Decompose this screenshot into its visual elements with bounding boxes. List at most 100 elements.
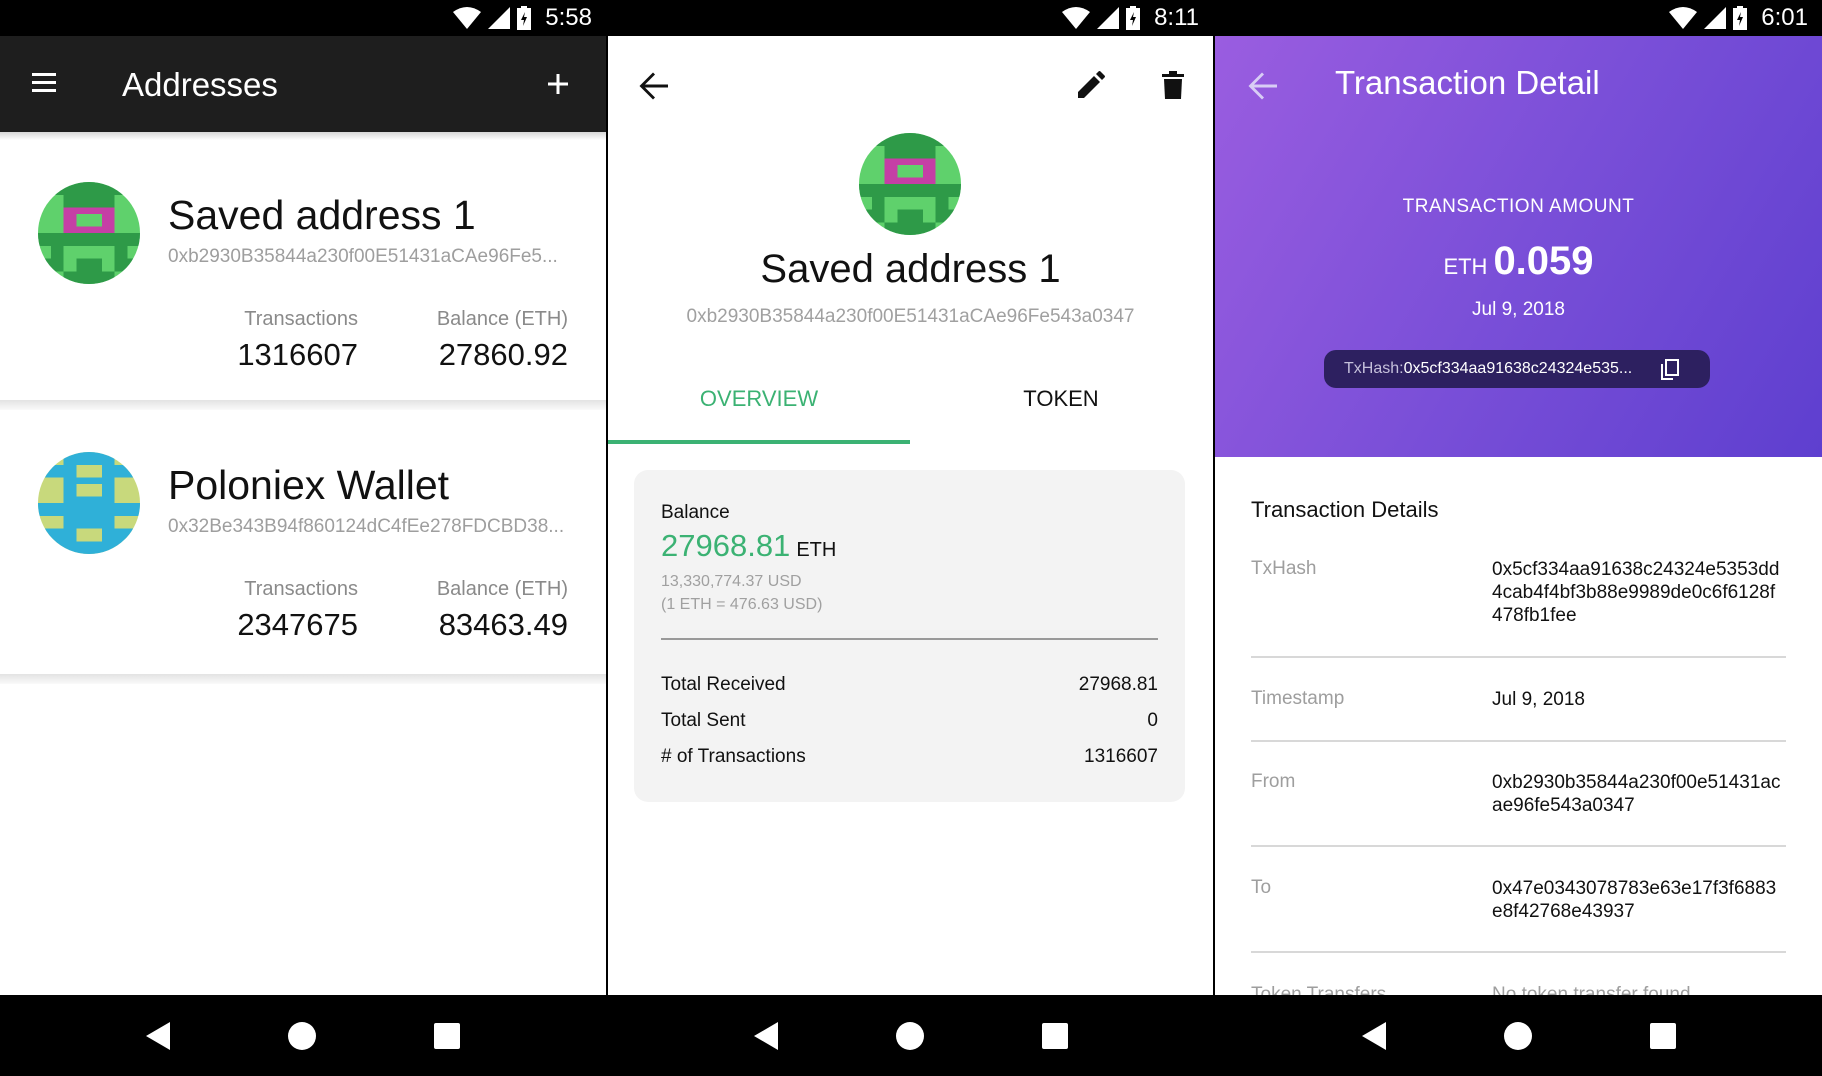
address-hash: 0xb2930B35844a230f00E51431aCAe96Fe543a03… xyxy=(686,306,1135,327)
balance-usd: 13,330,774.37 USD (1 ETH = 476.63 USD) xyxy=(661,570,822,616)
wifi-icon xyxy=(453,7,482,29)
status-bar: 6:01 xyxy=(1215,0,1822,36)
balance-amount: 27968.81 ETH xyxy=(661,528,836,564)
trash-icon[interactable] xyxy=(1160,70,1186,100)
row-label: Total Sent xyxy=(661,710,746,731)
row-label: Timestamp xyxy=(1251,688,1345,709)
status-time: 6:01 xyxy=(1761,4,1808,31)
address-name: Saved address 1 xyxy=(168,192,476,238)
addresses-screen: 5:58 Addresses Saved address 1 0xb2930B3… xyxy=(0,0,606,1076)
row-value[interactable]: 0xb2930b35844a230f00e51431acae96fe543a03… xyxy=(1492,771,1782,817)
amount-currency: ETH xyxy=(1443,254,1488,279)
status-time: 5:58 xyxy=(545,4,592,31)
nav-back-icon[interactable] xyxy=(1361,1021,1386,1050)
signal-icon xyxy=(1704,7,1727,29)
address-card[interactable]: Poloniex Wallet 0x32Be343B94f860124dC4fE… xyxy=(0,410,606,676)
row-label: # of Transactions xyxy=(661,746,806,767)
system-nav-bar xyxy=(1215,995,1822,1076)
app-toolbar: Addresses xyxy=(0,36,606,132)
balance-value: 83463.49 xyxy=(438,607,568,642)
row-value[interactable]: 0x47e0343078783e63e17f3f6883e8f42768e439… xyxy=(1492,877,1782,923)
amount-value: 0.059 xyxy=(1493,239,1594,283)
battery-icon xyxy=(1126,6,1141,30)
signal-icon xyxy=(1097,7,1120,29)
nav-recents-icon[interactable] xyxy=(1041,1022,1068,1049)
nav-recents-icon[interactable] xyxy=(434,1022,460,1049)
transaction-amount: ETH 0.059 xyxy=(1215,239,1822,284)
tab-bar: OVERVIEW TOKEN xyxy=(608,370,1213,444)
row-value[interactable]: 0x5cf334aa91638c24324e5353dd4cab4f4bf3b8… xyxy=(1492,558,1782,627)
balance-value: 27860.92 xyxy=(438,337,568,372)
detail-row-timestamp: Timestamp Jul 9, 2018 xyxy=(1251,688,1786,742)
detail-row-txhash: TxHash 0x5cf334aa91638c24324e5353dd4cab4… xyxy=(1251,558,1786,658)
divider xyxy=(661,638,1158,640)
address-detail-screen: 8:11 Saved address 1 0xb2930B35844a230f0… xyxy=(608,0,1213,1076)
plus-icon[interactable] xyxy=(540,66,576,102)
identicon-avatar xyxy=(38,452,140,554)
balance-label: Balance (ETH) xyxy=(436,578,568,600)
arrow-back-icon[interactable] xyxy=(1247,70,1279,102)
balance-unit: ETH xyxy=(796,539,837,561)
balance-stat: Balance (ETH) 27860.92 xyxy=(437,308,568,373)
transactions-value: 2347675 xyxy=(237,607,358,642)
stat-row: Total Received 27968.81 xyxy=(661,674,1158,696)
row-value: 27968.81 xyxy=(1078,674,1158,695)
txhash-copy-pill[interactable]: TxHash: 0x5cf334aa91638c24324e535... xyxy=(1324,350,1710,388)
amount-label: TRANSACTION AMOUNT xyxy=(1402,196,1635,217)
transactions-stat: Transactions 2347675 xyxy=(237,578,358,643)
tab-token[interactable]: TOKEN xyxy=(910,370,1212,444)
balance-stat: Balance (ETH) 83463.49 xyxy=(437,578,568,643)
status-bar: 5:58 xyxy=(0,0,606,36)
transaction-detail-screen: 6:01 Transaction Detail TRANSACTION AMOU… xyxy=(1215,0,1822,1076)
row-label: TxHash xyxy=(1251,558,1317,579)
arrow-back-icon[interactable] xyxy=(638,70,670,102)
exchange-rate: (1 ETH = 476.63 USD) xyxy=(661,596,823,613)
detail-toolbar xyxy=(608,36,1213,110)
page-title: Transaction Detail xyxy=(1335,64,1600,101)
nav-home-icon[interactable] xyxy=(895,1021,924,1050)
nav-back-icon[interactable] xyxy=(753,1021,778,1050)
balance-label: Balance (ETH) xyxy=(436,308,568,330)
address-hash: 0xb2930B35844a230f00E51431aCAe96Fe5... xyxy=(168,246,558,267)
tab-overview[interactable]: OVERVIEW xyxy=(608,370,910,444)
transactions-value: 1316607 xyxy=(237,337,358,372)
system-nav-bar xyxy=(608,995,1213,1076)
stat-row: Total Sent 0 xyxy=(661,710,1158,732)
row-label: To xyxy=(1251,877,1272,898)
pencil-icon[interactable] xyxy=(1076,70,1106,100)
address-name: Saved address 1 xyxy=(760,247,1061,291)
row-label: From xyxy=(1251,771,1296,792)
page-title: Addresses xyxy=(122,66,278,103)
detail-row-from: From 0xb2930b35844a230f00e51431acae96fe5… xyxy=(1251,771,1786,847)
toolbar-shadow xyxy=(0,132,606,140)
pill-value: 0x5cf334aa91638c24324e535... xyxy=(1403,360,1633,377)
menu-icon[interactable] xyxy=(32,70,62,98)
row-value: 0 xyxy=(1147,710,1158,731)
card-divider xyxy=(0,674,606,684)
system-nav-bar xyxy=(0,995,606,1076)
usd-value: 13,330,774.37 USD xyxy=(661,573,802,590)
signal-icon xyxy=(488,7,511,29)
nav-home-icon[interactable] xyxy=(288,1021,316,1050)
status-time: 8:11 xyxy=(1154,4,1199,31)
row-value: Jul 9, 2018 xyxy=(1492,689,1585,710)
address-card[interactable]: Saved address 1 0xb2930B35844a230f00E514… xyxy=(0,140,606,406)
address-name: Poloniex Wallet xyxy=(168,462,450,508)
stat-row: # of Transactions 1316607 xyxy=(661,746,1158,768)
battery-icon xyxy=(1733,6,1748,30)
transaction-header: Transaction Detail TRANSACTION AMOUNT ET… xyxy=(1215,36,1822,457)
copy-icon[interactable] xyxy=(1660,359,1680,381)
balance-label: Balance xyxy=(661,502,730,523)
row-value: 1316607 xyxy=(1084,746,1158,767)
transactions-label: Transactions xyxy=(244,578,358,600)
transaction-date: Jul 9, 2018 xyxy=(1472,299,1565,320)
address-hash: 0x32Be343B94f860124dC4fEe278FDCBD38... xyxy=(168,516,565,537)
section-title: Transaction Details xyxy=(1251,497,1439,522)
nav-back-icon[interactable] xyxy=(146,1021,170,1050)
nav-recents-icon[interactable] xyxy=(1649,1022,1676,1049)
transactions-stat: Transactions 1316607 xyxy=(237,308,358,373)
nav-home-icon[interactable] xyxy=(1503,1021,1532,1050)
balance-value: 27968.81 xyxy=(661,528,791,563)
row-label: Total Received xyxy=(661,674,786,695)
transactions-label: Transactions xyxy=(244,308,358,330)
